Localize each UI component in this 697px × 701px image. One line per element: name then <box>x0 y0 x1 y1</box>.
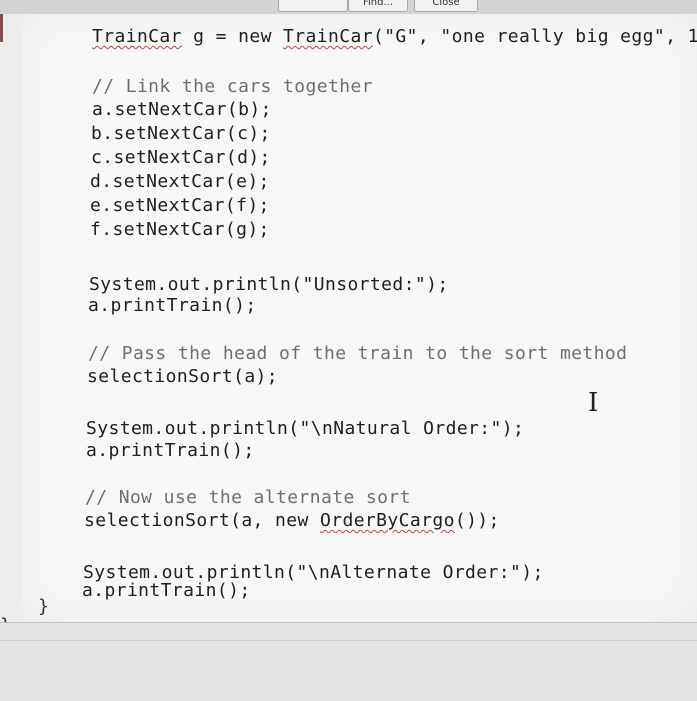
code-content: TrainCar g = new TrainCar("G", "one real… <box>0 0 697 700</box>
type-token: TrainCar <box>92 26 182 47</box>
code-line-link: a.setNextCar(b); <box>92 99 272 120</box>
code-line-link: f.setNextCar(g); <box>90 219 270 240</box>
code-line-link: e.setNextCar(f); <box>90 195 270 216</box>
code-line-print-train: a.printTrain(); <box>82 580 251 601</box>
code-line-selection-sort: selectionSort(a); <box>87 366 279 387</box>
comment-link: // Link the cars together <box>92 76 373 97</box>
comment-pass: // Pass the head of the train to the sor… <box>88 343 628 364</box>
code-line-g: TrainCar g = new TrainCar("G", "one real… <box>92 26 697 47</box>
code-token: ()); <box>454 510 500 531</box>
divider <box>0 640 697 641</box>
code-line-print-unsorted: System.out.println("Unsorted:"); <box>89 274 449 295</box>
code-line-link: c.setNextCar(d); <box>91 147 271 168</box>
type-token: OrderByCargo <box>319 510 455 531</box>
code-line-selection-sort-alt: selectionSort(a, new OrderByCargo()); <box>84 510 500 531</box>
editor-bottom-area <box>0 622 697 701</box>
code-line-link: b.setNextCar(c); <box>91 123 271 144</box>
text-cursor-ibeam-icon: I <box>588 388 599 418</box>
code-token: ("G", "one really big egg", 15 <box>372 26 697 47</box>
closing-brace: } <box>38 596 50 617</box>
type-token: TrainCar <box>283 26 373 47</box>
comment-alt: // Now use the alternate sort <box>85 487 411 508</box>
code-line-print-natural: System.out.println("\nNatural Order:"); <box>86 418 525 439</box>
code-token: selectionSort(a, new <box>84 510 320 531</box>
code-line-print-train: a.printTrain(); <box>86 440 255 461</box>
code-line-link: d.setNextCar(e); <box>90 171 270 192</box>
code-token: g = new <box>181 26 284 47</box>
code-line-print-train: a.printTrain(); <box>88 295 257 316</box>
